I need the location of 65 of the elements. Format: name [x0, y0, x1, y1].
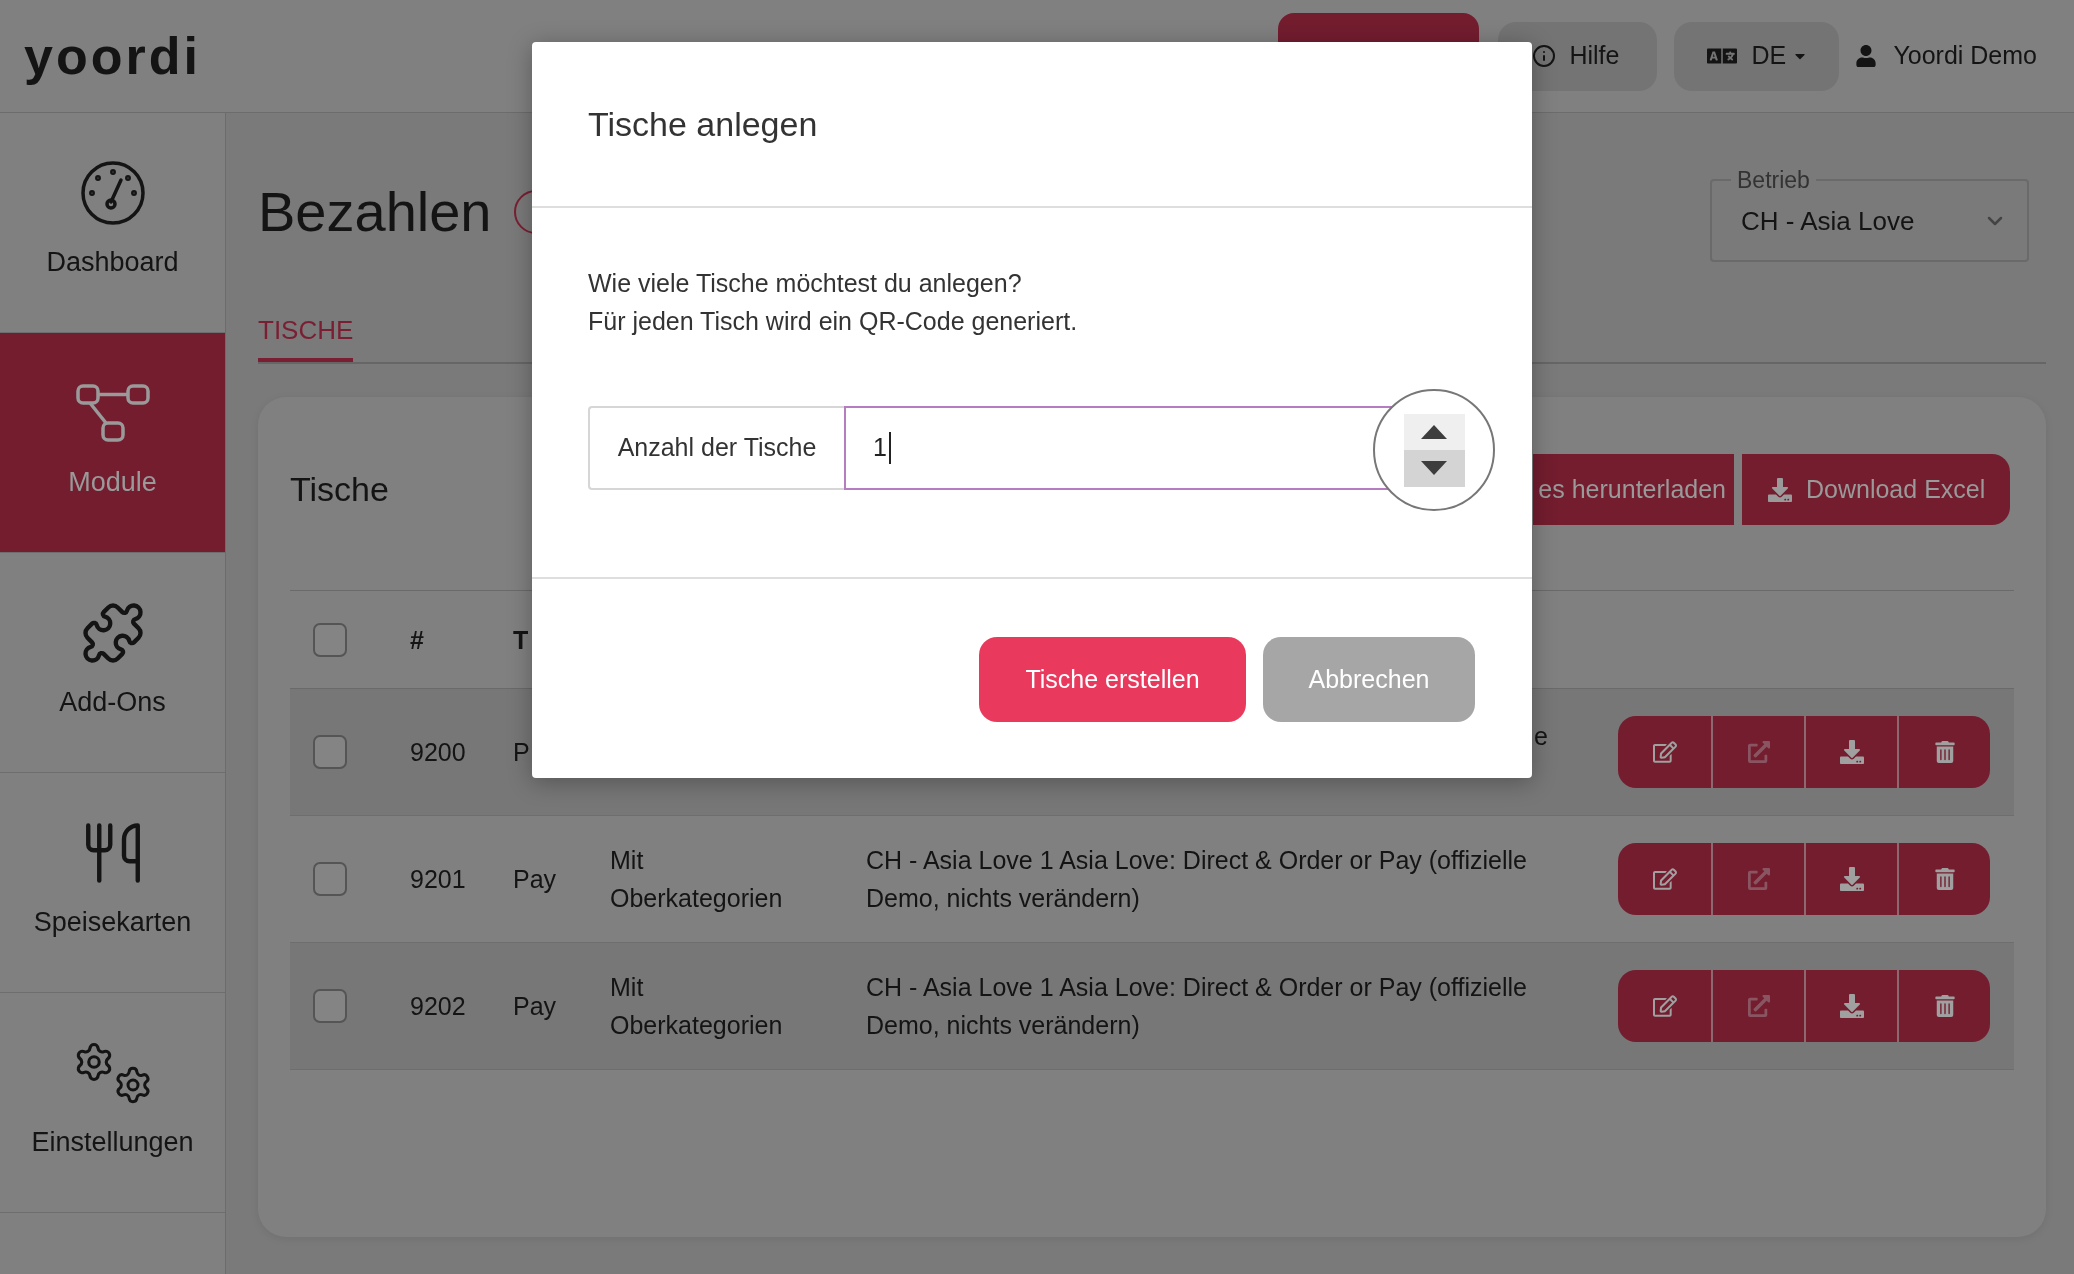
edit-icon	[1652, 740, 1677, 764]
cancel-button[interactable]: Abbrechen	[1263, 637, 1475, 722]
sidebar-item[interactable]: Add-Ons	[0, 553, 225, 773]
column-header: T	[513, 625, 529, 654]
trash-icon	[1933, 741, 1956, 763]
field-label: Anzahl der Tische	[588, 406, 844, 490]
delete-button[interactable]	[1897, 843, 1990, 915]
sidebar-item[interactable]: Einstellungen	[0, 993, 225, 1213]
tab[interactable]: TISCHE	[258, 315, 354, 362]
dialog-message: Für jeden Tisch wird ein QR-Code generiert.	[588, 306, 1079, 337]
sidebar-item[interactable]: Speisekarten	[0, 773, 225, 993]
down-triangle-icon	[1421, 461, 1447, 476]
category-text: Mit Oberkategorien	[610, 845, 784, 914]
gauge-icon	[79, 160, 146, 226]
description-text: e	[1534, 721, 1548, 752]
delete-button[interactable]	[1897, 970, 1990, 1042]
header-button[interactable]	[1278, 13, 1480, 42]
category-text: Mit Oberkategorien	[610, 972, 784, 1041]
edit-button[interactable]	[1618, 970, 1711, 1042]
decrement-button[interactable]	[1403, 450, 1465, 487]
delete-button[interactable]	[1897, 716, 1990, 788]
dialog-message: Wie viele Tische möchtest du anlegen?	[588, 268, 1023, 299]
download-icon	[1768, 477, 1792, 502]
checkbox[interactable]	[313, 735, 347, 769]
user-icon	[1855, 45, 1878, 67]
page-title: Bezahlen	[258, 179, 492, 245]
dialog-title: Tische anlegen	[588, 103, 818, 145]
external-link-icon	[1747, 741, 1770, 763]
download-icon	[1839, 740, 1864, 764]
download-button[interactable]	[1804, 970, 1897, 1042]
checkbox[interactable]	[313, 862, 347, 896]
edit-icon	[1652, 867, 1677, 891]
external-link-icon	[1747, 868, 1770, 890]
type-text: Pay	[513, 865, 557, 893]
edit-button[interactable]	[1618, 716, 1711, 788]
trash-icon	[1933, 868, 1956, 890]
increment-button[interactable]	[1403, 413, 1465, 450]
download-icon	[1839, 994, 1864, 1018]
table-number-text: 9200	[410, 738, 466, 766]
description-text: CH - Asia Love 1 Asia Love: Direct & Order or Pay (offizielle Demo, nichts verändern)	[866, 845, 1528, 914]
up-triangle-icon	[1421, 424, 1447, 439]
table-number-text: 9201	[410, 865, 466, 893]
edit-icon	[1652, 994, 1677, 1018]
column-header: #	[410, 625, 424, 654]
card-title: Tische	[290, 469, 389, 510]
info-icon	[1532, 44, 1557, 68]
module-icon	[75, 384, 150, 442]
download-excel-button[interactable]: Download Excel	[1742, 454, 2010, 525]
description-text: CH - Asia Love 1 Asia Love: Direct & Order or Pay (offizielle Demo, nichts verändern)	[866, 972, 1528, 1041]
text-cursor-icon	[888, 432, 891, 464]
download-button[interactable]	[1804, 843, 1897, 915]
type-text: P	[513, 738, 530, 766]
download-button[interactable]	[1804, 716, 1897, 788]
sidebar-item[interactable]: Module	[0, 333, 225, 553]
download-qr-button[interactable]: es herunterladen	[1533, 454, 1734, 525]
create-button[interactable]: Tische erstellen	[979, 637, 1246, 722]
checkbox[interactable]	[313, 989, 347, 1023]
user-menu[interactable]: Yoordi Demo	[1855, 37, 2037, 75]
external-link-icon	[1747, 995, 1770, 1017]
type-text: Pay	[513, 992, 557, 1020]
checkbox[interactable]	[313, 622, 347, 657]
trash-icon	[1933, 995, 1956, 1017]
download-icon	[1839, 867, 1864, 891]
edit-button[interactable]	[1618, 843, 1711, 915]
table-number-text: 9202	[410, 992, 466, 1020]
